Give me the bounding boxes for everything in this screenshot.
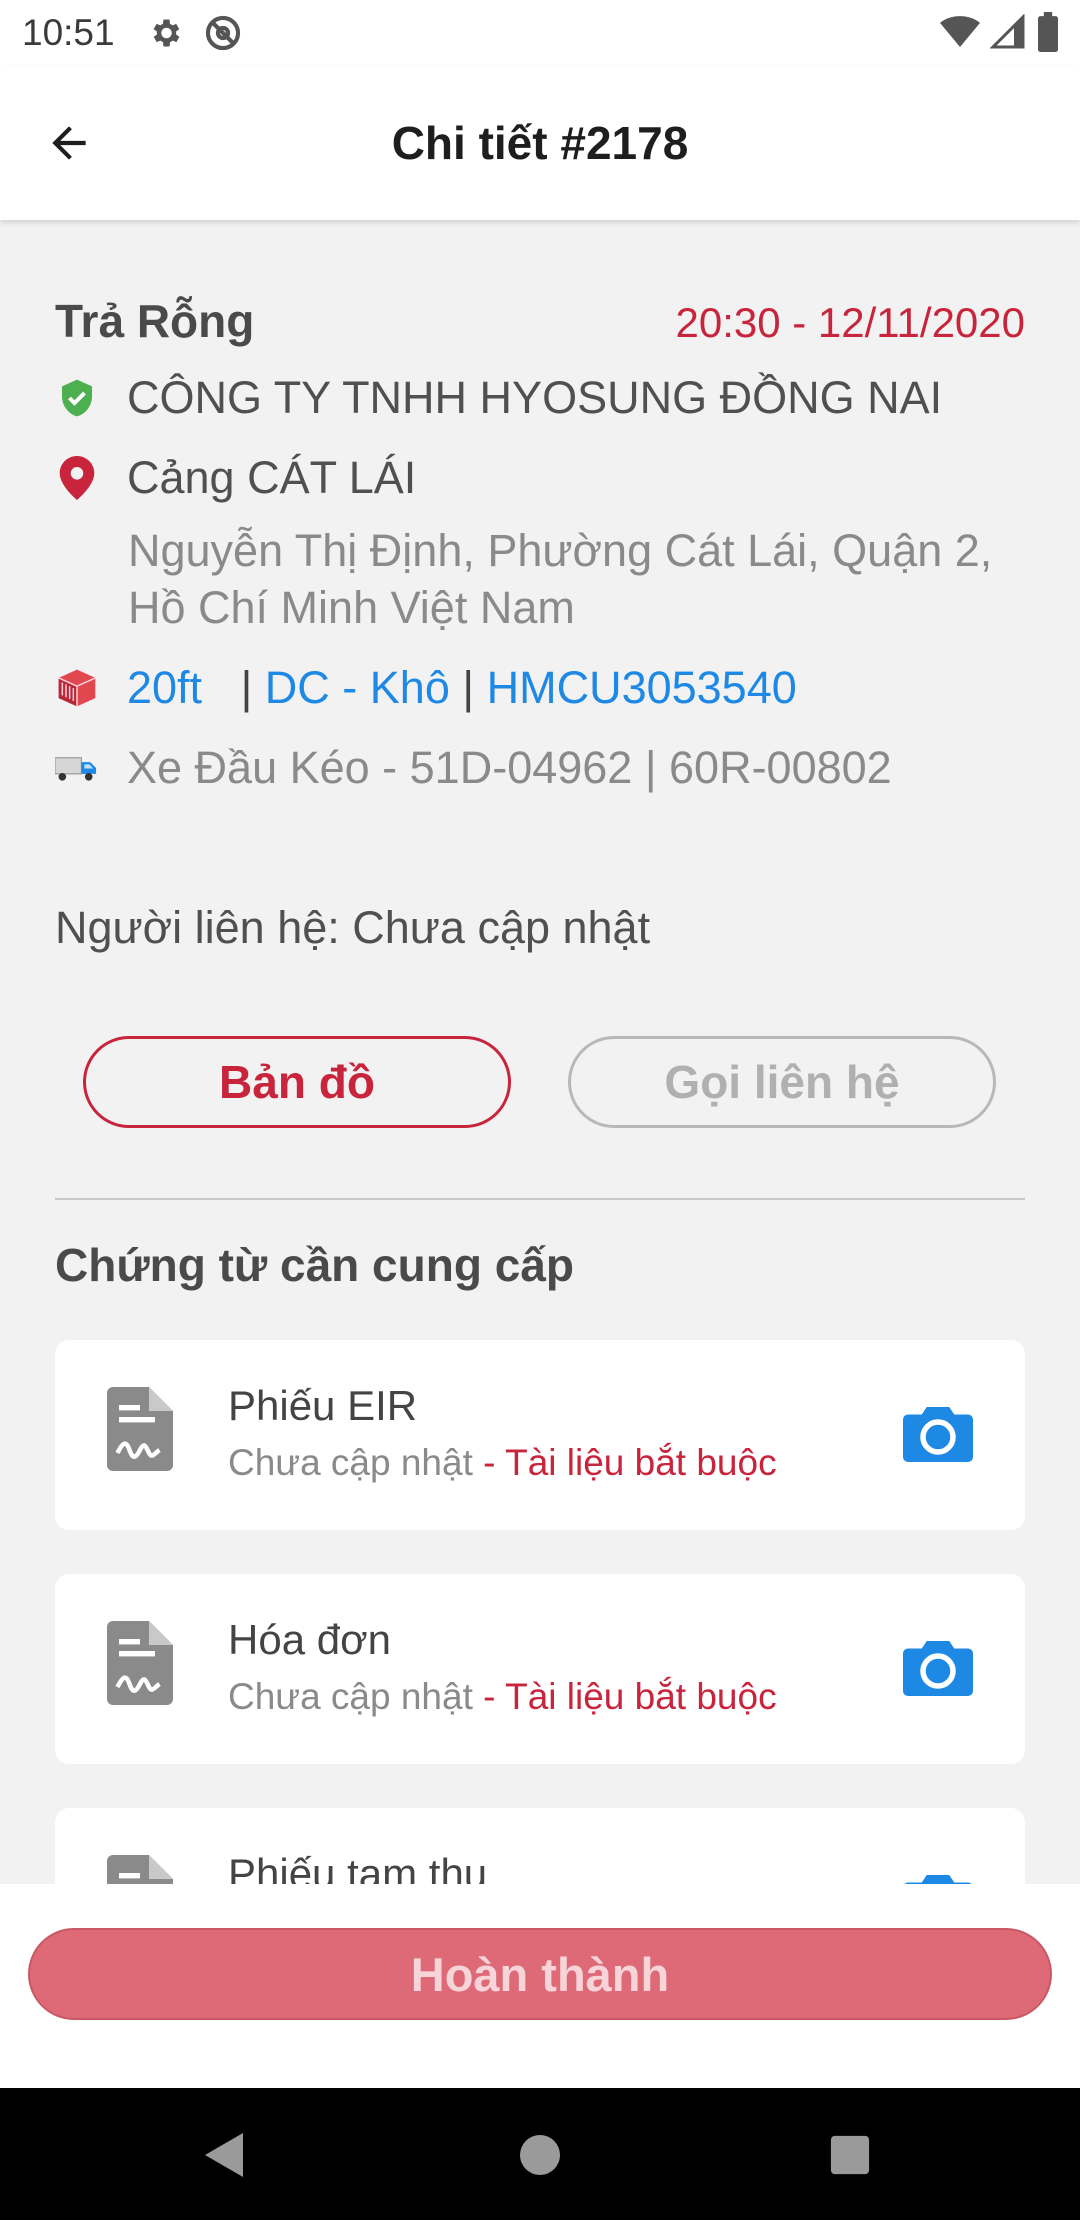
gear-icon xyxy=(145,13,185,53)
document-name: Phiếu EIR xyxy=(228,1382,418,1429)
vehicle-row: Xe Đầu Kéo - 51D-04962 | 60R-00802 xyxy=(55,742,892,794)
trip-header: Trả Rỗng 20:30 - 12/11/2020 xyxy=(55,294,1025,348)
document-name: Hóa đơn xyxy=(228,1616,391,1663)
container-type: DC - Khô xyxy=(264,662,450,713)
required-label: - Tài liệu bắt buộc xyxy=(472,1676,777,1717)
navigation-bar xyxy=(0,2088,1080,2220)
location-name: Cảng CÁT LÁI xyxy=(127,452,417,503)
call-contact-button[interactable]: Gọi liên hệ xyxy=(568,1036,996,1128)
divider xyxy=(55,1198,1025,1200)
app-bar: Chi tiết #2178 xyxy=(0,66,1080,220)
nav-back-icon[interactable] xyxy=(190,2120,260,2190)
trip-detail-content[interactable]: Trả Rỗng 20:30 - 12/11/2020 CÔNG TY TNHH… xyxy=(0,222,1080,1884)
container-size: 20ft xyxy=(127,662,203,713)
document-card[interactable]: Hóa đơn Chưa cập nhật - Tài liệu bắt buộ… xyxy=(55,1574,1025,1764)
separator: | xyxy=(240,662,253,713)
document-status: Chưa cập nhật - Tài liệu bắt buộc xyxy=(228,1442,777,1483)
document-icon xyxy=(107,1620,173,1706)
battery-icon xyxy=(1036,12,1060,57)
status-time: 10:51 xyxy=(22,12,115,53)
status-bar: 10:51 xyxy=(0,0,1080,66)
document-icon xyxy=(107,1386,173,1472)
required-label: - Tài liệu bắt buộc xyxy=(472,1442,777,1483)
map-button[interactable]: Bản đồ xyxy=(83,1036,511,1128)
documents-section-title: Chứng từ cần cung cấp xyxy=(55,1239,574,1291)
truck-icon xyxy=(55,746,99,790)
cellular-signal-icon xyxy=(989,13,1026,55)
page-title: Chi tiết #2178 xyxy=(391,117,689,169)
container-box-icon xyxy=(55,666,99,710)
company-row: CÔNG TY TNHH HYOSUNG ĐỒNG NAI xyxy=(55,372,942,424)
verified-shield-icon xyxy=(55,376,99,420)
camera-icon[interactable] xyxy=(903,1402,973,1462)
camera-icon[interactable] xyxy=(903,1636,973,1696)
camera-icon[interactable] xyxy=(903,1870,973,1884)
nav-recents-icon[interactable] xyxy=(815,2120,885,2190)
at-sign-icon xyxy=(203,13,243,53)
container-row: 20ft | DC - Khô | HMCU3053540 xyxy=(55,662,797,714)
document-name: Phiếu tạm thu xyxy=(228,1850,488,1884)
nav-home-icon[interactable] xyxy=(505,2120,575,2190)
document-status: Chưa cập nhật - Tài liệu bắt buộc xyxy=(228,1676,777,1717)
wifi-icon xyxy=(940,12,980,57)
footer: Hoàn thành xyxy=(0,1884,1080,2088)
document-icon xyxy=(107,1854,173,1884)
vehicle-info: Xe Đầu Kéo - 51D-04962 | 60R-00802 xyxy=(127,742,892,793)
document-card[interactable]: Phiếu EIR Chưa cập nhật - Tài liệu bắt b… xyxy=(55,1340,1025,1530)
trip-datetime: 20:30 - 12/11/2020 xyxy=(675,299,1025,346)
separator: | xyxy=(462,662,475,713)
contact-person: Người liên hệ: Chưa cập nhật xyxy=(55,902,651,953)
location-pin-icon xyxy=(55,456,99,500)
complete-button[interactable]: Hoàn thành xyxy=(28,1928,1052,2020)
container-number: HMCU3053540 xyxy=(486,662,797,713)
document-card[interactable]: Phiếu tạm thu xyxy=(55,1808,1025,1884)
location-address: Nguyễn Thị Định, Phường Cát Lái, Quận 2,… xyxy=(128,525,993,633)
trip-type: Trả Rỗng xyxy=(55,295,255,347)
company-name: CÔNG TY TNHH HYOSUNG ĐỒNG NAI xyxy=(127,372,943,423)
location-row: Cảng CÁT LÁI xyxy=(55,452,416,504)
